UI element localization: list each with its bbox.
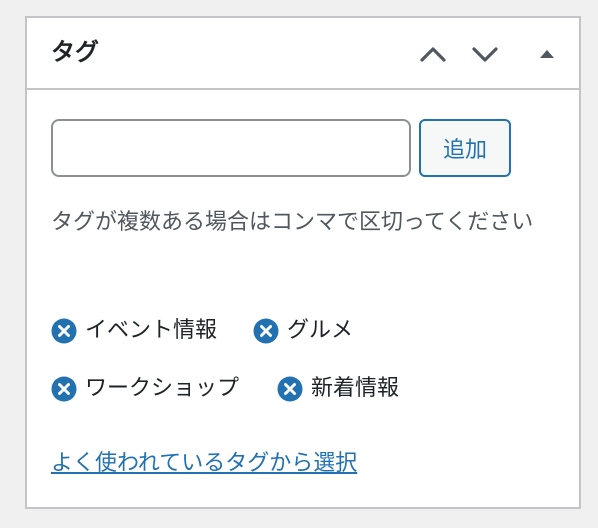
remove-icon [51,318,77,344]
add-tag-button[interactable]: 追加 [419,119,511,177]
move-down-button[interactable] [467,36,503,72]
tag-item: ワークショップ [51,373,239,405]
tag-label: ワークショップ [85,376,240,401]
triangle-up-icon [540,50,554,58]
remove-tag-button[interactable] [253,318,279,344]
help-text: タグが複数ある場合はコンマで区切ってください [51,210,534,235]
tag-item: グルメ [253,315,353,347]
tag-item: 新着情報 [277,373,399,405]
remove-tag-button[interactable] [51,376,77,402]
panel-header: タグ [27,18,579,90]
chevron-up-icon [420,47,446,62]
tag-label: グルメ [287,318,354,343]
remove-tag-button[interactable] [51,318,77,344]
toggle-panel-button[interactable] [529,36,565,72]
move-up-button[interactable] [415,36,451,72]
panel-title: タグ [51,38,99,66]
remove-tag-button[interactable] [277,376,303,402]
tag-input[interactable] [51,119,411,177]
tags-panel: タグ 追加 タグが複数ある場合はコンマで区切ってください イベント情報 グルメ … [25,16,581,509]
chevron-down-icon [472,47,498,62]
tag-item: イベント情報 [51,315,217,347]
tag-label: イベント情報 [85,318,218,343]
tag-label: 新着情報 [311,376,400,401]
choose-most-used-tags-link[interactable]: よく使われているタグから選択 [51,448,357,480]
remove-icon [51,376,77,402]
remove-icon [253,318,279,344]
remove-icon [277,376,303,402]
